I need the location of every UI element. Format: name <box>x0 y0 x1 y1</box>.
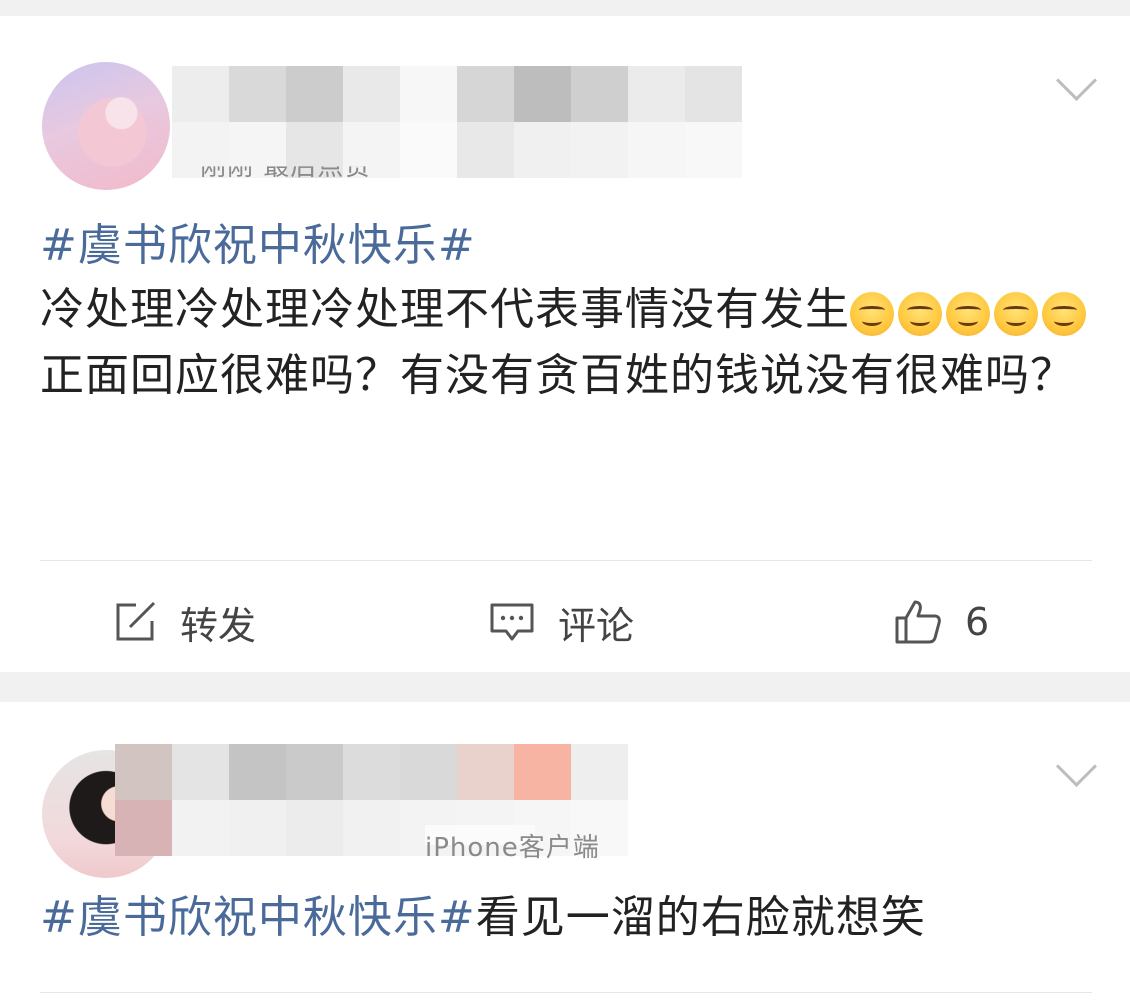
post-text-line: 看见一溜的右脸就想笑 <box>475 892 926 943</box>
smile-emoji-icon <box>898 292 942 336</box>
divider <box>40 560 1092 561</box>
mosaic-cell <box>172 66 229 122</box>
like-button[interactable]: 6 <box>893 592 989 652</box>
post-card: 刚刚 最后点赞 #虞书欣祝中秋快乐# 冷处理冷处理冷处理不代表事情没有发生 正面… <box>0 16 1130 672</box>
mosaic-cell <box>343 800 400 856</box>
thumbs-up-icon <box>895 600 941 644</box>
comment-button[interactable]: 评论 <box>488 592 634 652</box>
mosaic-cell <box>286 66 343 122</box>
mosaic-cell <box>514 66 571 122</box>
mosaic-cell <box>400 122 457 178</box>
mosaic-cell <box>343 744 400 800</box>
chevron-down-icon[interactable] <box>1055 59 1098 102</box>
emoji-group <box>850 280 1090 344</box>
smile-emoji-icon <box>1042 292 1086 336</box>
mosaic-cell <box>115 800 172 856</box>
mosaic-cell <box>571 66 628 122</box>
mosaic-cell <box>286 800 343 856</box>
post-meta: iPhone客户端 <box>425 833 600 863</box>
mosaic-cell <box>172 744 229 800</box>
mosaic-cell <box>229 66 286 122</box>
mosaic-cell <box>628 66 685 122</box>
mosaic-cell <box>514 744 571 800</box>
mosaic-cell <box>514 122 571 178</box>
username-mosaic <box>172 66 742 178</box>
mosaic-cell <box>400 744 457 800</box>
mosaic-cell <box>571 744 628 800</box>
post-body: #虞书欣祝中秋快乐#看见一溜的右脸就想笑 <box>40 886 1100 950</box>
mosaic-cell <box>685 66 742 122</box>
smile-emoji-icon <box>850 292 894 336</box>
chevron-down-icon[interactable] <box>1055 745 1098 788</box>
mosaic-cell <box>286 744 343 800</box>
repost-icon <box>116 601 156 641</box>
smile-emoji-icon <box>946 292 990 336</box>
mosaic-cell <box>457 66 514 122</box>
mosaic-cell <box>571 122 628 178</box>
hashtag-link[interactable]: #虞书欣祝中秋快乐# <box>40 892 476 943</box>
repost-label: 转发 <box>180 603 257 648</box>
mosaic-cell <box>229 800 286 856</box>
post-text-line: 正面回应很难吗？有没有贪百姓的钱说没有很难吗？ <box>40 350 1075 401</box>
post-text-line: 冷处理冷处理冷处理不代表事情没有发生 <box>40 284 850 335</box>
mosaic-cell <box>115 744 172 800</box>
mosaic-cell <box>343 66 400 122</box>
mosaic-cell <box>457 122 514 178</box>
mosaic-cell <box>628 122 685 178</box>
post-body: #虞书欣祝中秋快乐# 冷处理冷处理冷处理不代表事情没有发生 正面回应很难吗？有没… <box>40 214 1100 408</box>
like-count: 6 <box>965 600 990 644</box>
hashtag-link[interactable]: #虞书欣祝中秋快乐# <box>40 220 476 271</box>
repost-button[interactable]: 转发 <box>112 592 256 652</box>
comment-icon <box>490 603 534 641</box>
mosaic-cell <box>400 66 457 122</box>
mosaic-cell <box>172 800 229 856</box>
divider <box>40 992 1092 993</box>
smile-emoji-icon <box>994 292 1038 336</box>
post-card: iPhone客户端 #虞书欣祝中秋快乐#看见一溜的右脸就想笑 <box>0 702 1130 1006</box>
mosaic-cell <box>685 122 742 178</box>
comment-label: 评论 <box>558 603 635 648</box>
mosaic-cell <box>229 744 286 800</box>
mosaic-cell <box>457 744 514 800</box>
avatar[interactable] <box>42 62 170 190</box>
